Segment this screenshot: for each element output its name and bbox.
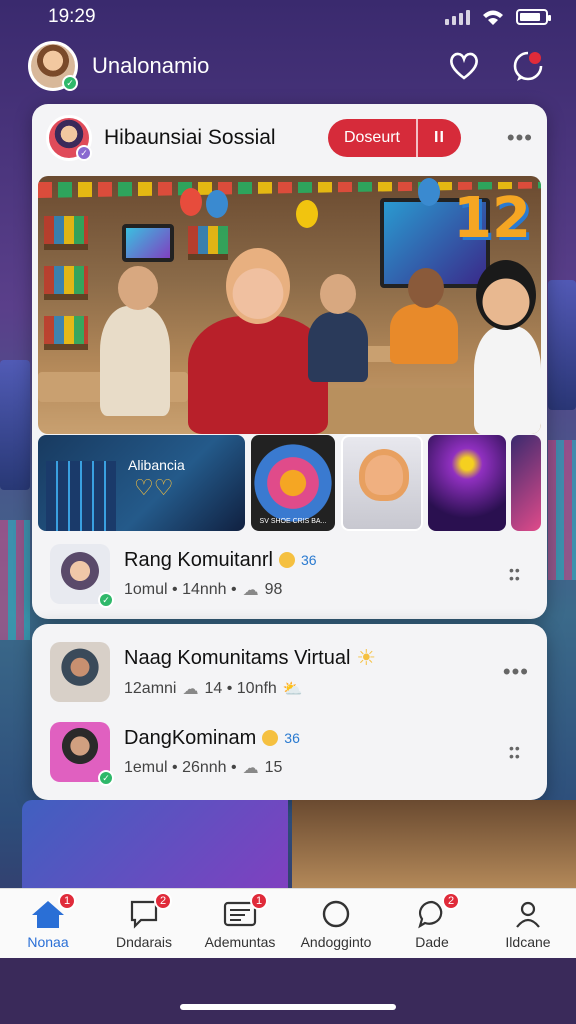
post-title: DangKominam	[124, 726, 257, 749]
verified-icon: ✓	[98, 770, 114, 786]
verified-icon: ✓	[76, 145, 92, 161]
tab-badge: 2	[442, 891, 460, 910]
post-badge-count: 36	[300, 552, 317, 568]
verified-icon: ✓	[98, 592, 114, 608]
cloud-icon: ☁	[242, 581, 259, 599]
grid-menu-icon[interactable]: •• ••	[509, 563, 529, 585]
wifi-icon	[483, 10, 503, 25]
post-item[interactable]: ✓ Rang Komuitanrl 36 1omul • 14nnh • ☁ 98 •…	[32, 536, 547, 612]
circle-icon	[318, 898, 354, 930]
feed-card-list: Naag Komunitams Virtual ☀ 12amni ☁ 14 • 10n…	[32, 624, 547, 800]
post-meta: 1omul • 14nnh •	[124, 580, 237, 598]
post-avatar[interactable]	[50, 642, 110, 702]
verified-icon: ✓	[62, 75, 78, 91]
tab-label: Ildcane	[505, 933, 551, 950]
heart-button[interactable]	[444, 46, 484, 86]
hero-badge: 12	[453, 186, 531, 251]
post-meta-count: 98	[264, 580, 283, 598]
post-badge-count: 36	[284, 730, 300, 746]
community-title: Hibaunsiai Sossial	[104, 126, 276, 149]
thumbnail-2-caption: SV SHOE CRIS BA...	[259, 518, 327, 525]
post-avatar[interactable]: ✓	[50, 722, 114, 786]
status-bar: 19:29	[0, 0, 576, 34]
tab-label: Ademuntas	[204, 933, 276, 950]
more-options-button[interactable]: •••	[503, 659, 529, 685]
tab-chats[interactable]: 2 Dndarais	[96, 889, 192, 958]
notifications-button[interactable]	[508, 46, 548, 86]
feed-card-community: ✓ Hibaunsiai Sossial Doseurt II ••• 12 A…	[32, 104, 547, 619]
smile-icon	[278, 552, 295, 568]
hero-image[interactable]: 12	[38, 176, 541, 434]
tab-home[interactable]: 1 Nonaa	[0, 889, 96, 958]
pause-icon[interactable]: II	[418, 129, 461, 147]
person-icon	[510, 898, 546, 930]
grid-menu-icon[interactable]: •• ••	[509, 741, 529, 763]
live-pill[interactable]: Doseurt II	[327, 119, 461, 157]
cloud-icon: ☁	[182, 681, 199, 698]
hearts-icon: ♡♡	[134, 475, 174, 500]
post-meta: 1emul • 26nnh •	[124, 758, 237, 776]
chat-icon: 2	[126, 891, 172, 930]
tab-badge: 1	[58, 891, 76, 910]
tab-explore[interactable]: Andogginto	[288, 889, 384, 958]
heart-icon	[450, 52, 478, 80]
bottom-tab-bar: 1 Nonaa 2 Dndarais 1 Ademuntas Andoggint…	[0, 888, 576, 958]
home-indicator[interactable]	[180, 1004, 396, 1010]
tab-messages[interactable]: 2 Dade	[384, 889, 480, 958]
tab-label: Nonaa	[27, 933, 69, 950]
community-avatar[interactable]: ✓	[46, 115, 92, 161]
sun-icon: ☀	[356, 645, 377, 670]
post-meta-a: 12amni	[124, 680, 177, 697]
bottom-area	[0, 958, 576, 1024]
post-meta-count: 15	[264, 758, 283, 776]
username: Unalonamio	[92, 53, 210, 78]
thumbnail-4[interactable]	[428, 435, 506, 531]
thumbnail-5[interactable]	[511, 435, 541, 531]
post-avatar[interactable]: ✓	[50, 544, 114, 608]
post-item[interactable]: Naag Komunitams Virtual ☀ 12amni ☁ 14 • 10n…	[32, 634, 547, 710]
document-icon: 1	[222, 891, 268, 930]
tab-profile[interactable]: Ildcane	[480, 889, 576, 958]
feed-preview-strip[interactable]	[22, 800, 576, 890]
pill-label: Doseurt	[328, 119, 418, 157]
thumbnail-row: Alibancia ♡♡ SV SHOE CRIS BA...	[38, 435, 541, 531]
more-options-button[interactable]: •••	[507, 125, 533, 151]
status-time: 19:29	[48, 6, 96, 27]
post-meta-b: 14 • 10nfh	[204, 680, 277, 697]
tab-documents[interactable]: 1 Ademuntas	[192, 889, 288, 958]
thumbnail-3[interactable]	[341, 435, 423, 531]
message-icon: 2	[414, 891, 460, 930]
post-title: Naag Komunitams Virtual	[124, 646, 351, 669]
post-item[interactable]: ✓ DangKominam 36 1emul • 26nnh • ☁ 15 •• ••	[32, 714, 547, 790]
signal-icon	[445, 9, 470, 25]
home-icon: 1	[30, 891, 76, 930]
thumbnail-1[interactable]: Alibancia ♡♡	[38, 435, 245, 531]
card-header: ✓ Hibaunsiai Sossial Doseurt II •••	[32, 104, 547, 172]
tab-label: Dade	[415, 933, 449, 950]
post-title: Rang Komuitanrl	[124, 548, 273, 571]
battery-icon	[516, 9, 551, 25]
cloud-icon: ☁	[242, 759, 259, 777]
tab-badge: 2	[154, 891, 172, 910]
smile-icon	[262, 730, 279, 746]
thumbnail-1-text: Alibancia	[128, 457, 185, 473]
weather-icon: ⛅	[282, 681, 303, 698]
notification-icon	[513, 51, 543, 81]
app-header: ✓ Unalonamio	[28, 38, 548, 94]
thumbnail-2[interactable]: SV SHOE CRIS BA...	[251, 435, 335, 531]
profile-avatar[interactable]: ✓	[28, 41, 78, 91]
tab-label: Dndarais	[115, 933, 173, 950]
tab-label: Andogginto	[300, 933, 372, 950]
tab-badge: 1	[250, 891, 268, 910]
